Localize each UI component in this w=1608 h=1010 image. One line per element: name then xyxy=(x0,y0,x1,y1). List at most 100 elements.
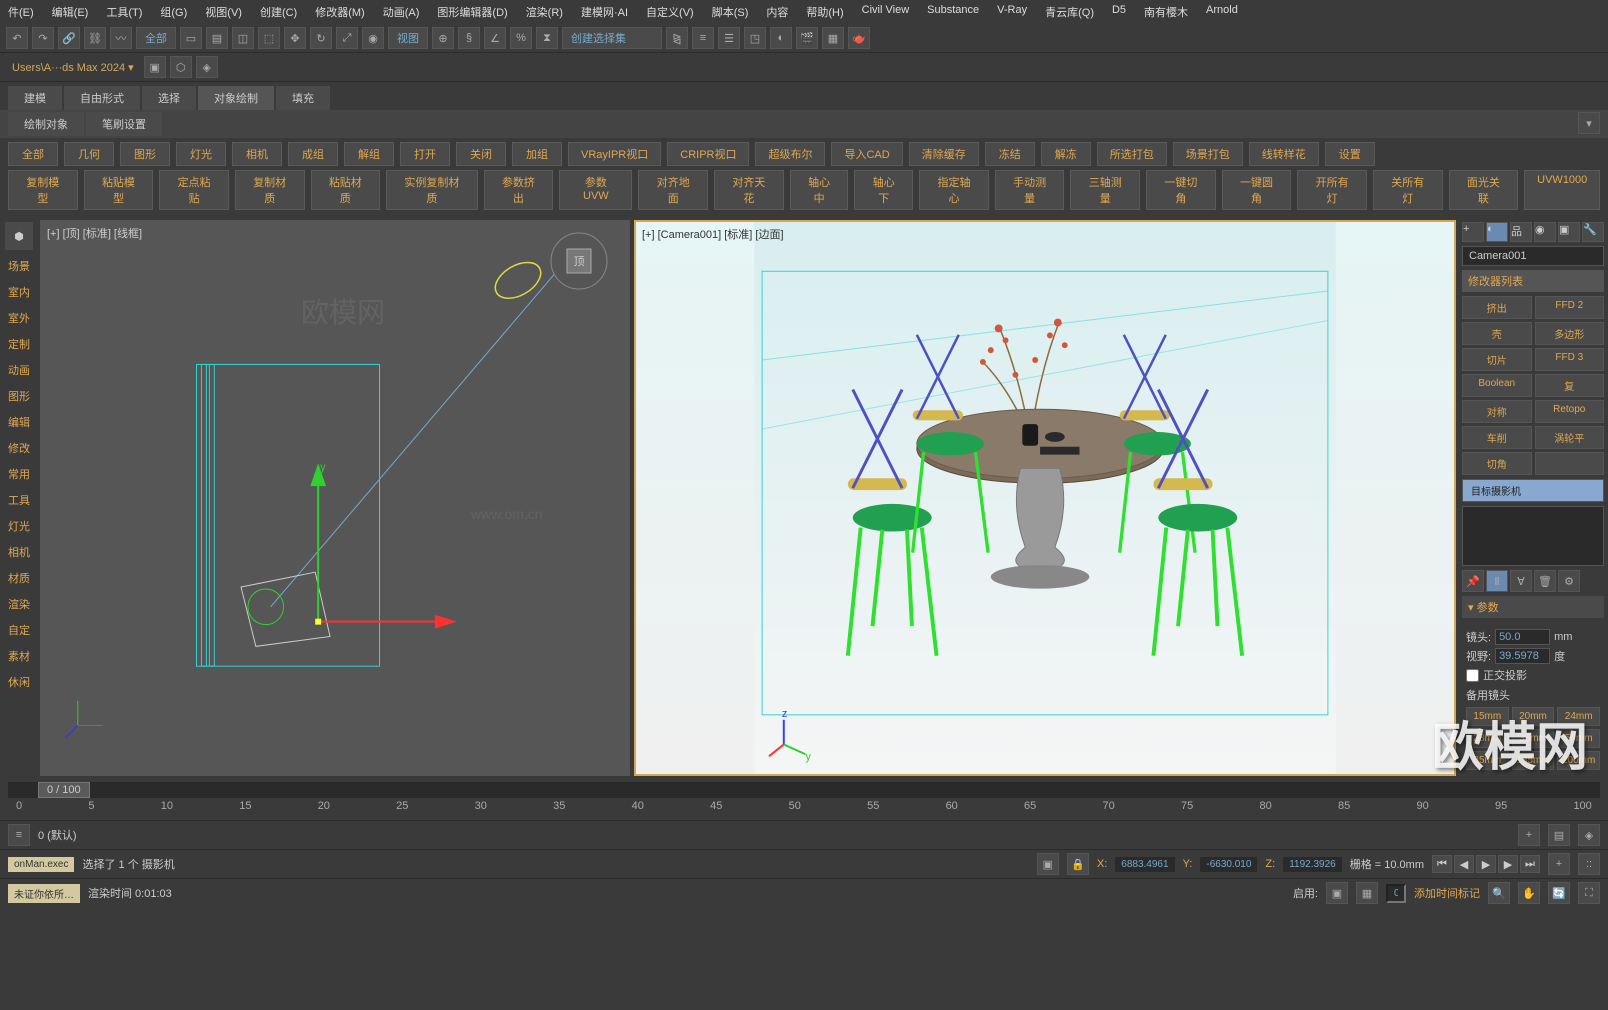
tab-modeling[interactable]: 建模 xyxy=(8,86,62,110)
sbtn-lightson[interactable]: 开所有灯 xyxy=(1297,170,1367,210)
side-self[interactable]: 自定 xyxy=(8,620,30,640)
lens-135[interactable]: 135mm xyxy=(1512,751,1555,770)
sbtn-geo[interactable]: 几何 xyxy=(64,142,114,166)
sbtn-alignfloor[interactable]: 对齐地面 xyxy=(638,170,708,210)
sbtn-copymodel[interactable]: 复制模型 xyxy=(8,170,78,210)
rotate-icon[interactable]: ↻ xyxy=(310,27,332,49)
remove-mod-icon[interactable]: 🗑 xyxy=(1534,570,1556,592)
lens-28[interactable]: 28mm xyxy=(1466,729,1509,748)
time-ruler[interactable]: 0510152025303540455055606570758085909510… xyxy=(8,798,1600,816)
modifier-stack-item[interactable]: 目标摄影机 xyxy=(1462,479,1604,502)
side-interior[interactable]: 室内 xyxy=(8,282,30,302)
mirror-icon[interactable]: ⧎ xyxy=(666,27,688,49)
sbtn-packscene[interactable]: 场景打包 xyxy=(1173,142,1243,166)
viewport-camera[interactable]: [+] [Camera001] [标准] [边面] xyxy=(634,220,1456,776)
mod-shell[interactable]: 壳 xyxy=(1462,322,1532,345)
menu-substance[interactable]: Substance xyxy=(927,4,979,20)
sbtn-settings[interactable]: 设置 xyxy=(1325,142,1375,166)
selection-set-dropdown[interactable]: 创建选择集 xyxy=(562,27,662,49)
mod-ffd2[interactable]: FFD 2 xyxy=(1535,296,1605,319)
lens-20[interactable]: 20mm xyxy=(1512,707,1555,726)
link-icon[interactable]: 🔗 xyxy=(58,27,80,49)
mod-lathe[interactable]: 车削 xyxy=(1462,426,1532,449)
render-frame-icon[interactable]: ▦ xyxy=(822,27,844,49)
path-bar[interactable]: Users\A···ds Max 2024 ▾ xyxy=(6,59,140,76)
cube-icon[interactable]: ⬢ xyxy=(5,222,33,250)
select-name-icon[interactable]: ▤ xyxy=(206,27,228,49)
sbtn-extrude[interactable]: 参数挤出 xyxy=(484,170,554,210)
subtab-brush[interactable]: 笔刷设置 xyxy=(86,112,162,136)
lens-24[interactable]: 24mm xyxy=(1557,707,1600,726)
mod-poly[interactable]: 多边形 xyxy=(1535,322,1605,345)
menu-d5[interactable]: D5 xyxy=(1112,4,1126,20)
menu-render[interactable]: 渲染(R) xyxy=(526,4,563,20)
sbtn-open[interactable]: 打开 xyxy=(400,142,450,166)
sbtn-all[interactable]: 全部 xyxy=(8,142,58,166)
menu-anim[interactable]: 动画(A) xyxy=(383,4,420,20)
mod-blank[interactable] xyxy=(1535,452,1605,475)
menu-om-ai[interactable]: 建模网·AI xyxy=(581,4,628,20)
hierarchy-tab-icon[interactable]: 品 xyxy=(1510,222,1532,242)
side-exterior[interactable]: 室外 xyxy=(8,308,30,328)
mod-chamfer[interactable]: 切角 xyxy=(1462,452,1532,475)
tab-object-paint[interactable]: 对象绘制 xyxy=(198,86,274,110)
layers-icon[interactable]: ☰ xyxy=(718,27,740,49)
snap-icon[interactable]: § xyxy=(458,27,480,49)
ribbon-collapse-icon[interactable]: ▾ xyxy=(1578,112,1600,134)
nav-max-icon[interactable]: ⛶ xyxy=(1578,882,1600,904)
sbtn-vrayipr[interactable]: VRayIPR视口 xyxy=(568,142,661,166)
configure-icon[interactable]: ⚙ xyxy=(1558,570,1580,592)
viewport-camera-label[interactable]: [+] [Camera001] [标准] [边面] xyxy=(642,226,784,242)
window-icon[interactable]: ⬚ xyxy=(258,27,280,49)
prompt-field[interactable]: 未证你依所… xyxy=(8,884,80,903)
display-tab-icon[interactable]: ▣ xyxy=(1558,222,1580,242)
lens-35[interactable]: 35mm xyxy=(1512,729,1555,748)
sbtn-addgroup[interactable]: 加组 xyxy=(512,142,562,166)
menu-file[interactable]: 件(E) xyxy=(8,4,34,20)
isolate-icon[interactable]: ▣ xyxy=(1037,853,1059,875)
sbtn-cripr[interactable]: CRIPR视口 xyxy=(667,142,749,166)
frame-input[interactable] xyxy=(1386,884,1406,903)
side-anim[interactable]: 动画 xyxy=(8,360,30,380)
side-edit[interactable]: 编辑 xyxy=(8,412,30,432)
sbtn-pastepos[interactable]: 定点粘贴 xyxy=(159,170,229,210)
material-icon[interactable]: ◐ xyxy=(770,27,792,49)
side-tools[interactable]: 工具 xyxy=(8,490,30,510)
sbtn-light[interactable]: 灯光 xyxy=(176,142,226,166)
lens-50[interactable]: 50mm xyxy=(1557,729,1600,748)
align-icon[interactable]: ≡ xyxy=(692,27,714,49)
next-frame-icon[interactable]: ▶ xyxy=(1498,855,1518,873)
modifier-stack-area[interactable] xyxy=(1462,506,1604,566)
select-region-icon[interactable]: ◫ xyxy=(232,27,254,49)
sbtn-instcopy[interactable]: 实例复制材质 xyxy=(386,170,477,210)
layer-add-icon[interactable]: + xyxy=(1518,824,1540,846)
poly-icon[interactable]: ⬡ xyxy=(170,56,192,78)
sbtn-ungroup[interactable]: 解组 xyxy=(344,142,394,166)
menu-create[interactable]: 创建(C) xyxy=(260,4,297,20)
sbtn-uvw[interactable]: 参数UVW xyxy=(559,170,632,210)
sbtn-shape[interactable]: 图形 xyxy=(120,142,170,166)
render-icon[interactable]: 🫖 xyxy=(848,27,870,49)
nav-grid-icon[interactable]: :: xyxy=(1578,853,1600,875)
viewcube[interactable]: 顶 xyxy=(549,231,609,291)
sbtn-3axis[interactable]: 三轴测量 xyxy=(1070,170,1140,210)
menu-nyym[interactable]: 南有樱木 xyxy=(1144,4,1188,20)
side-camera[interactable]: 相机 xyxy=(8,542,30,562)
sbtn-pastemat[interactable]: 粘贴材质 xyxy=(311,170,381,210)
sbtn-pastemodel[interactable]: 粘贴模型 xyxy=(84,170,154,210)
bind-icon[interactable]: 〰 xyxy=(110,27,132,49)
menu-content[interactable]: 内容 xyxy=(766,4,788,20)
side-material[interactable]: 材质 xyxy=(8,568,30,588)
mod-turbo[interactable]: 涡轮平 xyxy=(1535,426,1605,449)
side-modify[interactable]: 修改 xyxy=(8,438,30,458)
goto-start-icon[interactable]: ⏮ xyxy=(1432,855,1452,873)
menu-group[interactable]: 组(G) xyxy=(160,4,187,20)
sbtn-measure[interactable]: 手动测量 xyxy=(995,170,1065,210)
sbtn-pivotbottom[interactable]: 轴心下 xyxy=(854,170,913,210)
scale-icon[interactable]: ⤢ xyxy=(336,27,358,49)
time-tag-label[interactable]: 添加时间标记 xyxy=(1414,885,1480,901)
params-rollout[interactable]: ▾ 参数 xyxy=(1462,596,1604,618)
redo-icon[interactable]: ↷ xyxy=(32,27,54,49)
lens-15[interactable]: 15mm xyxy=(1466,707,1509,726)
script-listener[interactable]: onMan.exec xyxy=(8,857,74,872)
